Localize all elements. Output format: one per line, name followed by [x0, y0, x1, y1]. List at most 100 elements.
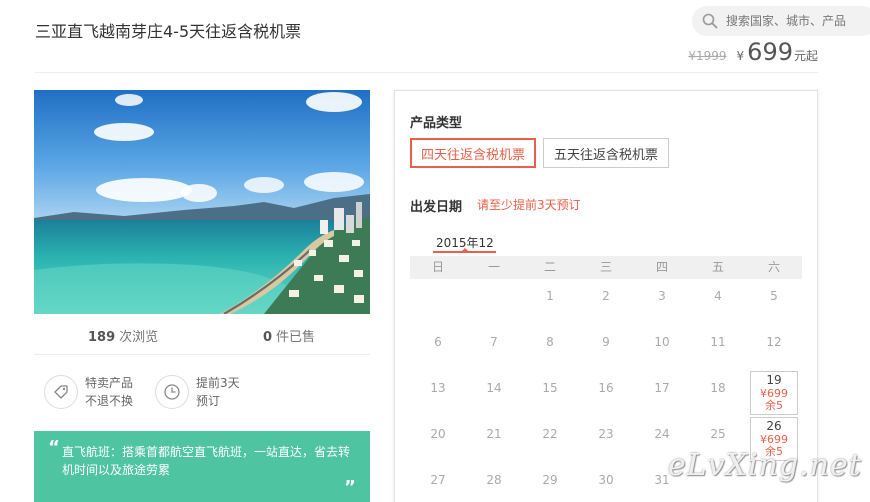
day-number: 21	[486, 427, 502, 441]
calendar-day: 2	[578, 279, 634, 325]
weekday-label: 六	[767, 260, 780, 274]
tag-icon	[44, 375, 78, 409]
feature-sale-line2: 不退不换	[85, 394, 134, 408]
current-price: 699	[747, 38, 793, 66]
day-number: 6	[434, 335, 442, 349]
product-photo	[34, 90, 370, 314]
calendar-day: 14	[466, 371, 522, 417]
option-four-day[interactable]: 四天往返含税机票	[410, 138, 536, 168]
day-number: 27	[430, 473, 446, 487]
day-number: 10	[654, 335, 670, 349]
sold-stat: 0 件已售	[263, 326, 315, 345]
weekday-label: 三	[599, 260, 612, 274]
close-quote: ”	[344, 477, 356, 498]
day-remaining: 余5	[765, 399, 783, 412]
calendar-day: 27	[410, 463, 466, 502]
day-number: 5	[770, 289, 778, 303]
sold-label: 件已售	[276, 330, 316, 345]
date-hint: 请至少提前3天预订	[477, 198, 581, 212]
search-input[interactable]	[726, 14, 870, 28]
day-number: 3	[658, 289, 666, 303]
price-suffix: 元起	[793, 49, 818, 63]
calendar-day: 22	[522, 417, 578, 463]
day-number: 29	[542, 473, 558, 487]
departure-date-label: 出发日期	[410, 200, 463, 215]
day-number: 11	[710, 335, 726, 349]
weekday-label: 四	[655, 260, 668, 274]
calendar-day: 12	[746, 325, 802, 371]
weekday-header: 日 一 二 三 四 五 六	[410, 256, 802, 279]
day-number: 9	[602, 335, 610, 349]
day-number: 12	[766, 335, 782, 349]
calendar-day	[466, 279, 522, 325]
clock-icon	[155, 375, 189, 409]
flight-notice: “ 直飞航班：搭乘首都航空直飞航班，一站直达，省去转机时间以及旅途劳累 ”	[34, 431, 370, 502]
day-number: 17	[654, 381, 670, 395]
calendar-day	[410, 279, 466, 325]
calendar-day: 17	[634, 371, 690, 417]
feature-advance-line2: 预订	[196, 394, 221, 408]
weekday-label: 五	[711, 260, 724, 274]
calendar-week: 13 14 15 16 17 18 19 ¥699 余5	[410, 371, 802, 417]
calendar-day: 29	[522, 463, 578, 502]
calendar-day: 1	[522, 279, 578, 325]
search-box[interactable]	[692, 6, 870, 36]
day-number: 23	[598, 427, 614, 441]
calendar-day: 7	[466, 325, 522, 371]
month-indicator	[461, 248, 469, 252]
day-number: 19	[766, 373, 782, 387]
calendar-day: 10	[634, 325, 690, 371]
open-quote: “	[48, 437, 60, 458]
original-price: ¥1999	[688, 49, 727, 63]
day-number: 20	[430, 427, 446, 441]
calendar-day: 5	[746, 279, 802, 325]
calendar-day: 11	[690, 325, 746, 371]
day-number: 7	[490, 335, 498, 349]
calendar-day: 13	[410, 371, 466, 417]
calendar-week: 1 2 3 4 5	[410, 279, 802, 325]
day-number: 22	[542, 427, 558, 441]
feature-advance-line1: 提前3天	[196, 376, 240, 390]
booking-panel: 产品类型 四天往返含税机票 五天往返含税机票 出发日期 请至少提前3天预订 20…	[394, 90, 818, 502]
day-number: 26	[766, 419, 782, 433]
calendar-day: 9	[578, 325, 634, 371]
day-number: 13	[430, 381, 446, 395]
calendar-day: 21	[466, 417, 522, 463]
feature-advance: 提前3天预订	[155, 374, 240, 410]
calendar-day: 3	[634, 279, 690, 325]
views-label: 次浏览	[119, 330, 159, 345]
day-number: 28	[486, 473, 502, 487]
views-count: 189	[88, 330, 116, 345]
calendar-week: 6 7 8 9 10 11 12	[410, 325, 802, 371]
day-number: 24	[654, 427, 670, 441]
calendar-day: 16	[578, 371, 634, 417]
currency-symbol: ¥	[736, 49, 745, 63]
calendar-day-available[interactable]: 19 ¥699 余5	[746, 371, 802, 417]
search-icon[interactable]	[702, 13, 718, 29]
calendar-day: 6	[410, 325, 466, 371]
day-number: 8	[546, 335, 554, 349]
day-number: 16	[598, 381, 614, 395]
day-number: 15	[542, 381, 558, 395]
calendar-day: 4	[690, 279, 746, 325]
views-stat: 189 次浏览	[88, 326, 158, 345]
calendar-day: 28	[466, 463, 522, 502]
price-block: ¥1999 ¥ 699 元起	[688, 38, 818, 66]
product-type-label: 产品类型	[410, 116, 463, 131]
product-stats: 189 次浏览 0 件已售	[34, 326, 370, 346]
day-number: 2	[602, 289, 610, 303]
option-five-day[interactable]: 五天往返含税机票	[543, 138, 669, 168]
calendar-day: 20	[410, 417, 466, 463]
weekday-label: 一	[487, 260, 500, 274]
calendar-day: 18	[690, 371, 746, 417]
notice-text: 直飞航班：搭乘首都航空直飞航班，一站直达，省去转机时间以及旅途劳累	[62, 445, 351, 477]
weekday-label: 日	[431, 260, 444, 274]
header-divider	[35, 72, 818, 73]
stats-divider	[34, 354, 370, 355]
weekday-label: 二	[543, 260, 556, 274]
day-number: 25	[710, 427, 726, 441]
feature-sale: 特卖产品 不退不换	[44, 374, 133, 410]
day-number: 18	[710, 381, 726, 395]
watermark: eLvXing.net	[668, 448, 862, 483]
day-number: 14	[486, 381, 502, 395]
